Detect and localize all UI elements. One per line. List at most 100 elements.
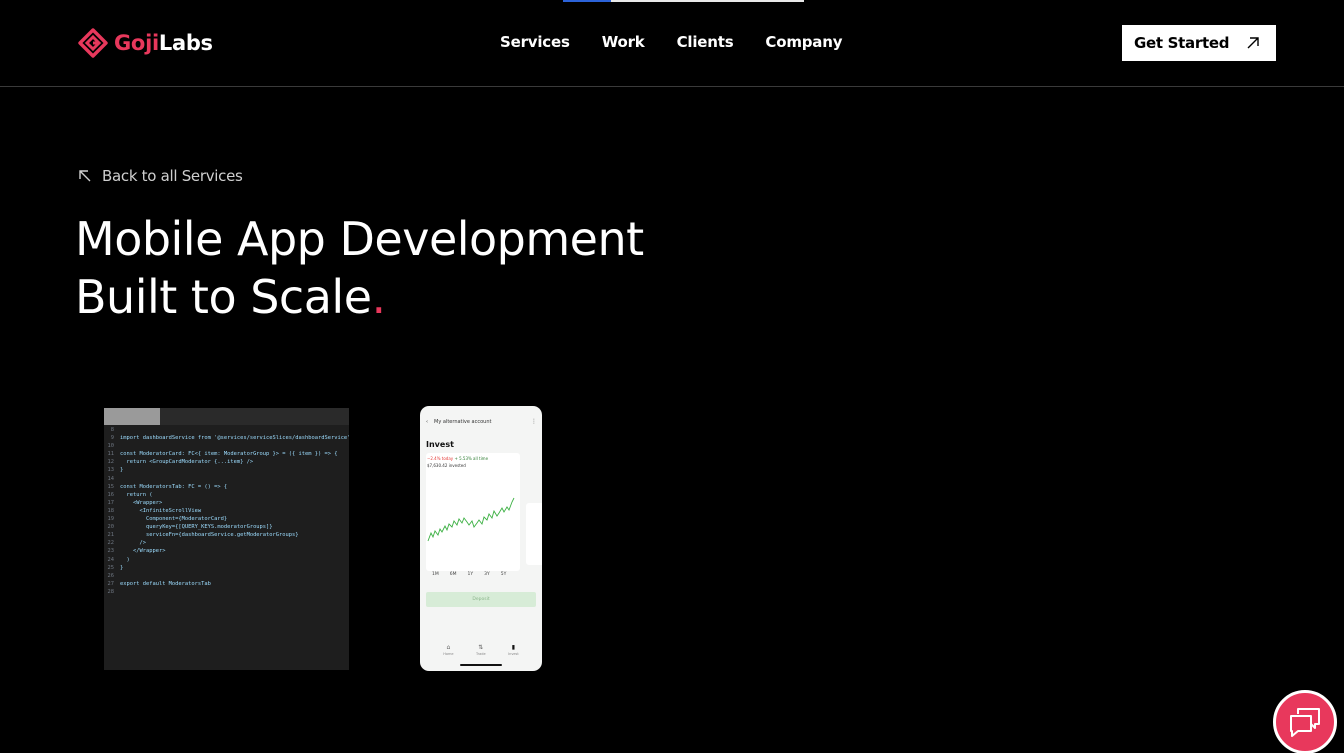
code-text: } [120,467,124,474]
code-line: 12 return <GroupCardModerator {...item} … [104,458,349,466]
line-number: 22 [107,540,115,547]
line-number: 27 [107,580,115,587]
code-line: 9 import dashboardService from '@services… [104,434,349,442]
code-line: 24 ) [104,556,349,564]
line-number: 19 [107,516,115,523]
code-tab-bar [104,408,349,425]
line-number: 24 [107,556,115,563]
phone-preview-card: ‹ My alternative account ⋮ Invest −2.4% … [420,406,542,671]
line-number: 18 [107,507,115,514]
line-number: 28 [107,588,115,595]
back-to-services-link[interactable]: Back to all Services [78,167,243,185]
code-line: 19 Component={ModeratorCard} [104,515,349,523]
code-line: 10 [104,442,349,450]
trade-icon: ⇅ [478,644,484,651]
nav-company[interactable]: Company [765,33,842,51]
line-number: 21 [107,532,115,539]
phone-periods: 1M 6M 1Y 3Y 5Y [432,572,506,577]
code-line: 25} [104,564,349,572]
code-line: 15 const ModeratorsTab: FC = () => { [104,483,349,491]
code-line: 17 <Wrapper> [104,499,349,507]
nav-clients[interactable]: Clients [677,33,734,51]
arrow-up-left-icon [79,170,91,182]
code-line: 28 [104,588,349,596]
code-text: queryKey={[QUERY_KEYS.moderatorGroups]} [120,524,273,531]
line-number: 25 [107,564,115,571]
code-text: <Wrapper> [120,499,163,506]
phone-header: ‹ My alternative account [426,419,491,425]
code-line: 26 [104,572,349,580]
main-nav: Services Work Clients Company [500,33,842,51]
nav-services[interactable]: Services [500,33,570,51]
site-header: GojiLabs Services Work Clients Company G… [0,0,1344,87]
get-started-label: Get Started [1134,34,1230,52]
logo-wordmark: GojiLabs [114,31,213,55]
line-number: 12 [107,459,115,466]
code-text: ) [120,556,130,563]
code-lines: 8 9 import dashboardService from '@service… [104,425,350,596]
code-text: import dashboardService from '@services/… [120,435,349,442]
code-line: 13} [104,466,349,474]
invest-icon: ▮ [511,644,516,651]
phone-tab-trade: ⇅ Trade [476,644,486,656]
phone-line-chart [427,497,515,542]
phone-side-card [526,503,542,565]
phone-stats: −2.4% today + 5.53% all time [427,456,488,461]
phone-home-indicator [460,664,502,666]
code-line: 21 serviceFn={dashboardService.getModera… [104,531,349,539]
line-number: 11 [107,451,115,458]
hero-title: Mobile App Development Built to Scale. [75,210,644,326]
code-line: 23 </Wrapper> [104,547,349,555]
code-text: serviceFn={dashboardService.getModerator… [120,532,299,539]
code-line: 20 queryKey={[QUERY_KEYS.moderatorGroups… [104,523,349,531]
code-text: const ModeratorCard: FC<{ item: Moderato… [120,451,338,458]
phone-deposit-button: Deposit [426,592,536,607]
phone-stat-sub: $7,630.42 invested [427,463,466,468]
nav-work[interactable]: Work [602,33,645,51]
site-logo[interactable]: GojiLabs [78,28,213,58]
hero-title-dot: . [371,270,387,324]
phone-period: 1Y [467,572,474,577]
code-line: 14 [104,475,349,483]
phone-tab-bar: ⌂ Home ⇅ Trade ▮ Invest [420,644,542,656]
code-text: Component={ModeratorCard} [120,516,228,523]
phone-menu-icon: ⋮ [531,418,537,425]
phone-stat-all: + 5.53% all time [454,456,489,461]
back-link-label: Back to all Services [102,167,243,185]
phone-chart-card [426,453,520,571]
phone-period: 3Y [484,572,490,577]
line-number: 16 [107,491,115,498]
phone-tab-label: Trade [476,652,486,656]
phone-tab-home: ⌂ Home [443,644,453,656]
line-number: 15 [107,483,115,490]
phone-tab-invest: ▮ Invest [508,644,519,656]
home-icon: ⌂ [446,644,451,651]
code-text: } [120,564,124,571]
phone-account-label: My alternative account [434,419,492,425]
code-line: 27 export default ModeratorsTab [104,580,349,588]
phone-stat-today: −2.4% today [427,456,454,461]
code-text: return <GroupCardModerator {...item} /> [120,459,254,466]
phone-period: 5Y [500,572,507,577]
code-line: 16 return ( [104,491,349,499]
code-text: export default ModeratorsTab [120,580,211,587]
code-text: <InfiniteScrollView [120,507,202,514]
line-number: 26 [107,572,115,579]
code-text: </Wrapper> [120,548,166,555]
code-text: return ( [120,491,153,498]
phone-period: 6M [449,572,457,577]
chat-button[interactable] [1273,690,1337,753]
hero-title-line1: Mobile App Development [75,212,644,266]
get-started-button[interactable]: Get Started [1122,25,1276,61]
line-number: 17 [107,499,115,506]
code-text: /> [120,540,146,547]
line-number: 23 [107,548,115,555]
line-number: 13 [107,467,115,474]
line-number: 9 [110,435,114,442]
code-line: 18 <InfiniteScrollView [104,507,349,515]
line-number: 14 [107,475,115,482]
line-number: 8 [110,427,114,433]
code-line: 8 [104,426,349,434]
phone-period: 1M [432,572,439,577]
logo-labs-text: Labs [158,31,213,55]
